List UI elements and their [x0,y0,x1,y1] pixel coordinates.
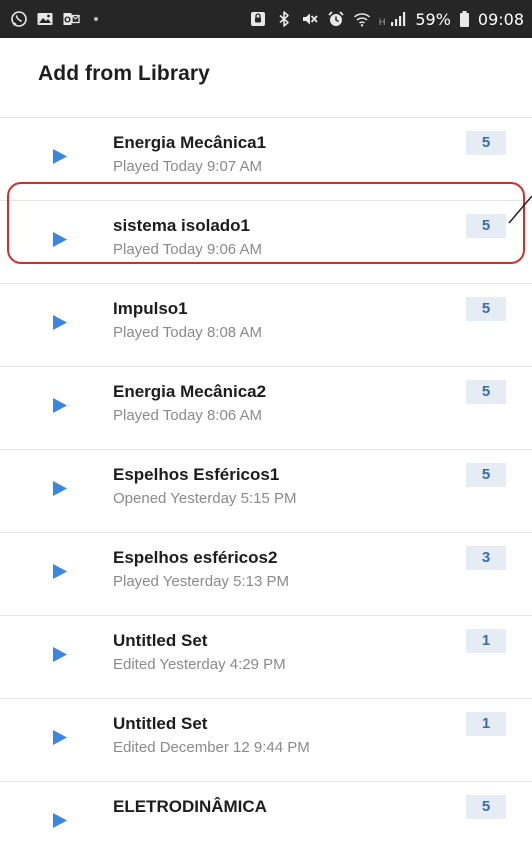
question-count-badge: 5 [466,380,506,404]
set-row[interactable]: ELETRODINÂMICA 5 [0,782,532,865]
alarm-icon [327,10,345,28]
set-row[interactable]: Impulso1 Played Today 8:08 AM 5 [0,284,532,367]
set-subtitle: Edited December 12 9:44 PM [113,739,310,756]
question-count-badge: 3 [466,546,506,570]
status-bar: O H 59% 09:08 [0,0,532,38]
play-icon [52,231,68,248]
set-title: Espelhos Esféricos1 [113,465,280,484]
set-title: ELETRODINÂMICA [113,797,267,816]
gallery-icon [36,10,54,28]
signal-icon [389,10,407,28]
question-count-badge: 5 [466,131,506,155]
set-title: Espelhos esféricos2 [113,548,278,567]
battery-percent: 59% [415,9,451,29]
question-count-badge: 5 [466,297,506,321]
set-subtitle: Edited Yesterday 4:29 PM [113,656,286,673]
set-row[interactable]: Espelhos esféricos2 Played Yesterday 5:1… [0,533,532,616]
set-row[interactable]: Untitled Set Edited Yesterday 4:29 PM 1 [0,616,532,699]
page-title: Add from Library [38,62,210,85]
network-type: H [378,16,386,27]
question-count-badge: 5 [466,463,506,487]
set-title: Impulso1 [113,299,188,318]
set-row[interactable]: Energia Mecânica1 Played Today 9:07 AM 5 [0,118,532,201]
set-subtitle: Opened Yesterday 5:15 PM [113,490,297,507]
set-row[interactable]: Espelhos Esféricos1 Opened Yesterday 5:1… [0,450,532,533]
set-row[interactable]: Untitled Set Edited December 12 9:44 PM … [0,699,532,782]
library-set-list: Energia Mecânica1 Played Today 9:07 AM 5… [0,118,532,865]
status-right: H 59% 09:08 [249,10,524,29]
svg-text:O: O [64,16,71,25]
outlook-icon: O [62,10,80,28]
set-title: Untitled Set [113,714,208,733]
notification-dot-icon [94,17,98,21]
set-title: Energia Mecânica2 [113,382,267,401]
question-count-badge: 5 [466,795,506,819]
nfc-icon [249,10,267,28]
set-subtitle: Played Today 8:06 AM [113,407,262,424]
mute-icon [301,10,319,28]
set-row[interactable]: Energia Mecânica2 Played Today 8:06 AM 5 [0,367,532,450]
set-subtitle: Played Today 9:06 AM [113,241,262,258]
set-title: Energia Mecânica1 [113,133,267,152]
whatsapp-icon [10,10,28,28]
set-title: sistema isolado1 [113,216,251,235]
play-icon [52,729,68,746]
question-count-badge: 1 [466,629,506,653]
play-icon [52,812,68,829]
status-left: O [10,10,98,28]
play-icon [52,148,68,165]
question-count-badge: 1 [466,712,506,736]
set-title: Untitled Set [113,631,208,650]
set-subtitle: Played Today 8:08 AM [113,324,262,341]
play-icon [52,563,68,580]
play-icon [52,314,68,331]
battery-icon [459,10,470,28]
play-icon [52,397,68,414]
play-icon [52,480,68,497]
play-icon [52,646,68,663]
clock: 09:08 [477,9,524,29]
set-subtitle: Played Yesterday 5:13 PM [113,573,289,590]
set-row[interactable]: sistema isolado1 Played Today 9:06 AM 5 [0,201,532,284]
question-count-badge: 5 [466,214,506,238]
set-subtitle: Played Today 9:07 AM [113,158,262,175]
bluetooth-icon [275,10,293,28]
wifi-icon [353,10,371,28]
